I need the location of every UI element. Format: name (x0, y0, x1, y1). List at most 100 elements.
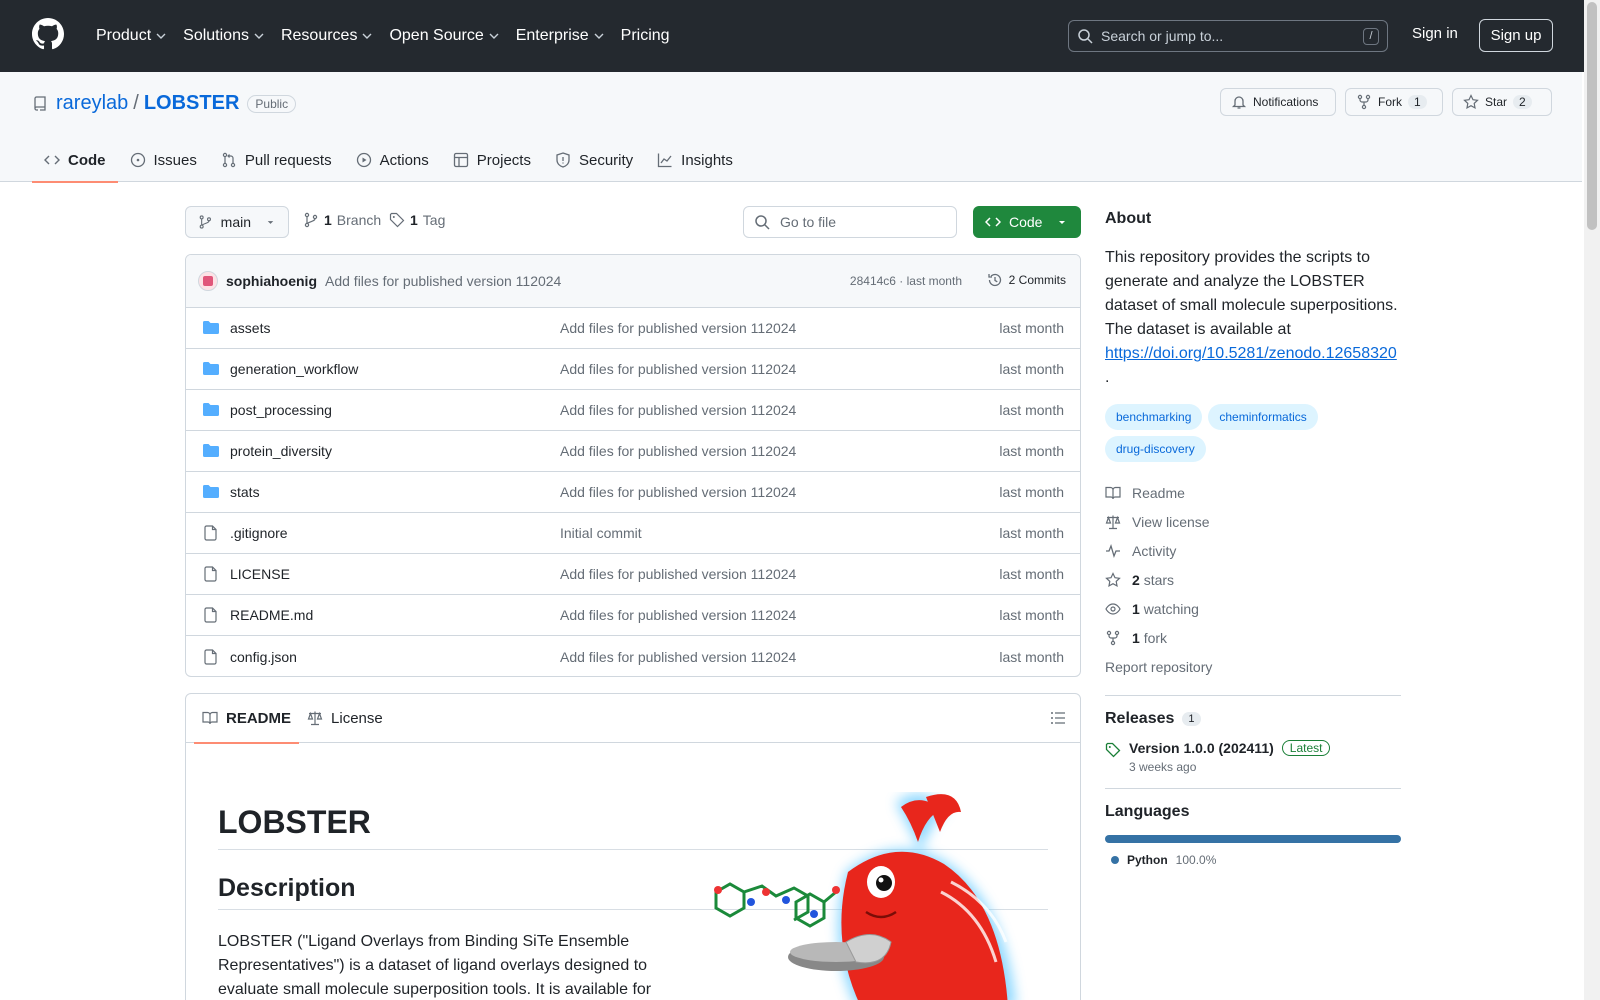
releases-count: 1 (1182, 712, 1201, 726)
watching-link[interactable]: 1 watching (1105, 594, 1401, 623)
file-name-link[interactable]: stats (230, 484, 560, 500)
tab-issues[interactable]: Issues (118, 138, 209, 182)
report-repository-link[interactable]: Report repository (1105, 652, 1401, 681)
table-row[interactable]: post_processing Add files for published … (186, 390, 1080, 431)
global-header: Product Solutions Resources Open Source … (0, 0, 1600, 72)
table-row[interactable]: config.json Add files for published vers… (186, 636, 1080, 676)
tab-label: Actions (379, 151, 429, 169)
file-name-link[interactable]: .gitignore (230, 525, 560, 541)
law-icon (307, 711, 323, 726)
tags-link[interactable]: 1 Tag (389, 212, 445, 228)
commits-history-link[interactable]: 2 Commits (987, 272, 1066, 288)
list-unordered-icon[interactable] (1050, 710, 1066, 726)
table-row[interactable]: .gitignore Initial commit last month (186, 513, 1080, 554)
fork-button[interactable]: Fork 1 (1345, 88, 1443, 116)
law-icon (1105, 515, 1121, 529)
nav-pricing[interactable]: Pricing (613, 27, 678, 45)
branches-link[interactable]: 1 Branch (303, 212, 381, 228)
nav-solutions[interactable]: Solutions (175, 27, 273, 45)
file-name-link[interactable]: protein_diversity (230, 443, 560, 459)
topic-tag[interactable]: benchmarking (1105, 404, 1203, 430)
file-commit-message[interactable]: Add files for published version 112024 (560, 361, 796, 377)
tab-label: Pull requests (244, 151, 332, 169)
table-row[interactable]: stats Add files for published version 11… (186, 472, 1080, 513)
signin-link[interactable]: Sign in (1412, 25, 1458, 42)
license-link[interactable]: View license (1105, 507, 1401, 536)
chevron-down-icon (489, 33, 499, 39)
language-item[interactable]: Python 100.0% (1105, 853, 1401, 867)
release-name[interactable]: Version 1.0.0 (202411) (1129, 740, 1274, 756)
nav-resources[interactable]: Resources (273, 27, 381, 45)
folder-icon (203, 444, 219, 457)
fork-count: 1 (1408, 95, 1427, 109)
topic-tag[interactable]: cheminformatics (1208, 404, 1318, 430)
avatar[interactable] (198, 271, 218, 291)
search-icon (755, 215, 770, 230)
tab-license[interactable]: License (299, 694, 391, 743)
file-name-link[interactable]: generation_workflow (230, 361, 560, 377)
file-name-link[interactable]: LICENSE (230, 566, 560, 582)
releases-heading[interactable]: Releases 1 (1105, 710, 1401, 728)
about-description-end: . (1105, 369, 1110, 386)
stars-link[interactable]: 2 stars (1105, 565, 1401, 594)
tab-security[interactable]: Security (543, 138, 645, 182)
file-name-link[interactable]: assets (230, 320, 560, 336)
latest-release[interactable]: Version 1.0.0 (202411) Latest 3 weeks ag… (1105, 740, 1401, 774)
table-row[interactable]: generation_workflow Add files for publis… (186, 349, 1080, 390)
notifications-button[interactable]: Notifications (1220, 88, 1336, 116)
forks-link[interactable]: 1 fork (1105, 623, 1401, 652)
nav-enterprise[interactable]: Enterprise (508, 27, 613, 45)
languages-heading: Languages (1105, 803, 1190, 820)
signup-button[interactable]: Sign up (1479, 19, 1553, 52)
repo-owner-link[interactable]: rareylab (56, 92, 128, 115)
path-separator: / (133, 92, 139, 114)
table-row[interactable]: assets Add files for published version 1… (186, 308, 1080, 349)
topic-tag[interactable]: drug-discovery (1105, 436, 1206, 462)
tab-insights[interactable]: Insights (645, 138, 745, 182)
activity-link[interactable]: Activity (1105, 536, 1401, 565)
search-input[interactable]: Search or jump to... / (1068, 20, 1388, 52)
star-label: Star (1485, 95, 1508, 109)
scrollbar-thumb[interactable] (1587, 2, 1597, 230)
file-browser: sophiahoenig Add files for published ver… (185, 254, 1081, 677)
file-commit-message[interactable]: Add files for published version 112024 (560, 649, 796, 665)
dataset-doi-link[interactable]: https://doi.org/10.5281/zenodo.12658320 (1105, 345, 1397, 362)
file-commit-message[interactable]: Add files for published version 112024 (560, 566, 796, 582)
commit-message-link[interactable]: Add files for published version 112024 (325, 273, 561, 289)
nav-open-source[interactable]: Open Source (381, 27, 507, 45)
tab-readme[interactable]: README (194, 694, 300, 744)
star-button[interactable]: Star 2 (1452, 88, 1552, 116)
file-commit-message[interactable]: Add files for published version 112024 (560, 607, 796, 623)
history-icon (988, 273, 1001, 287)
tab-code[interactable]: Code (32, 138, 118, 183)
branch-selector[interactable]: main (185, 206, 289, 238)
table-row[interactable]: protein_diversity Add files for publishe… (186, 431, 1080, 472)
commit-author-link[interactable]: sophiahoenig (226, 273, 317, 289)
file-commit-message[interactable]: Add files for published version 112024 (560, 320, 796, 336)
language-name: Python (1127, 853, 1168, 867)
nav-product[interactable]: Product (88, 27, 175, 45)
code-dropdown-button[interactable]: Code (973, 206, 1081, 238)
nav-label: Solutions (183, 27, 249, 44)
lobster-mascot-image (714, 794, 1016, 1000)
file-commit-message[interactable]: Add files for published version 112024 (560, 484, 796, 500)
file-name-link[interactable]: config.json (230, 649, 560, 665)
caret-down-icon (1059, 221, 1066, 224)
file-commit-message[interactable]: Initial commit (560, 525, 642, 541)
tab-actions[interactable]: Actions (344, 138, 441, 182)
tab-pull-requests[interactable]: Pull requests (209, 138, 344, 182)
tab-label: Issues (153, 151, 197, 169)
file-name-link[interactable]: README.md (230, 607, 560, 623)
commit-sha-time[interactable]: 28414c6 · last month (850, 274, 962, 288)
tags-count: 1 (410, 212, 418, 228)
table-row[interactable]: README.md Add files for published versio… (186, 595, 1080, 636)
file-commit-message[interactable]: Add files for published version 112024 (560, 402, 796, 418)
readme-link[interactable]: Readme (1105, 478, 1401, 507)
go-to-file-input[interactable]: Go to file (743, 206, 957, 238)
tab-projects[interactable]: Projects (441, 138, 543, 182)
github-logo-icon[interactable] (32, 18, 64, 50)
file-commit-message[interactable]: Add files for published version 112024 (560, 443, 796, 459)
file-name-link[interactable]: post_processing (230, 402, 560, 418)
repo-name-link[interactable]: LOBSTER (144, 92, 240, 115)
table-row[interactable]: LICENSE Add files for published version … (186, 554, 1080, 595)
